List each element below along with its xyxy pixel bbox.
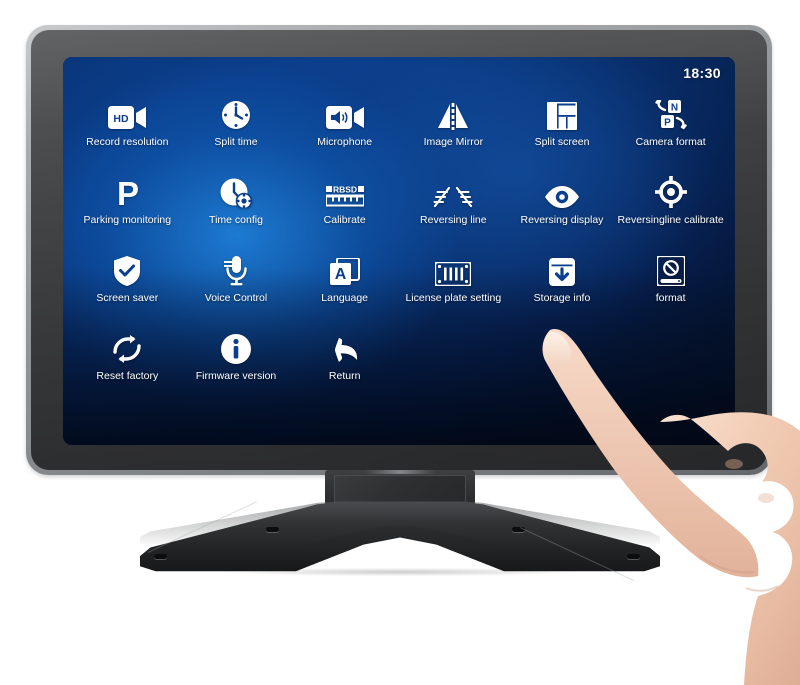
menu-item-label: License plate setting <box>405 292 502 304</box>
info-circle-icon[interactable] <box>213 324 259 364</box>
menu-item-language[interactable]: A Language <box>290 246 399 318</box>
menu-item-label: Time config <box>209 214 263 226</box>
mirror-flip-icon[interactable] <box>430 90 476 130</box>
menu-item-label: Microphone <box>317 136 373 148</box>
settings-icon-grid: HD Record resolution Split time Micropho… <box>73 90 725 396</box>
base-screw-hole-upper-left <box>266 527 279 532</box>
disk-prohibited-icon[interactable] <box>648 246 694 286</box>
svg-text:N: N <box>671 103 678 114</box>
hd-camcorder-icon[interactable]: HD <box>104 90 150 130</box>
menu-item-record-resolution[interactable]: HD Record resolution <box>73 90 182 162</box>
menu-item-split-time[interactable]: Split time <box>182 90 291 162</box>
menu-item-reversing-display[interactable]: Reversing display <box>508 168 617 240</box>
back-arrow-icon[interactable] <box>322 324 368 364</box>
menu-item-label: Reversingline calibrate <box>617 214 724 226</box>
finger-crease <box>699 555 755 574</box>
eye-icon[interactable] <box>539 168 585 208</box>
menu-item-label: Language <box>321 292 369 304</box>
thumb-crease <box>745 585 779 592</box>
svg-text:RBSD: RBSD <box>333 186 357 195</box>
menu-item-reversingline-calibrate[interactable]: Reversingline calibrate <box>616 168 725 240</box>
np-camera-format-icon[interactable]: N P <box>648 90 694 130</box>
menu-item-format[interactable]: format <box>616 246 725 318</box>
letter-a-pages-icon[interactable]: A <box>322 246 368 286</box>
menu-item-label: Split time <box>214 136 258 148</box>
svg-text:P: P <box>664 118 671 129</box>
monitor-bezel: 18:30 HD Record resolution Split time Mi… <box>31 30 767 470</box>
menu-item-split-screen[interactable]: Split screen <box>508 90 617 162</box>
screenshot-stage: 18:30 HD Record resolution Split time Mi… <box>0 0 800 685</box>
crosshair-target-icon[interactable] <box>648 168 694 208</box>
menu-item-screen-saver[interactable]: Screen saver <box>73 246 182 318</box>
base-screw-hole-left <box>154 554 167 559</box>
menu-item-parking-monitoring[interactable]: P Parking monitoring <box>73 168 182 240</box>
menu-item-reset-factory[interactable]: Reset factory <box>73 324 182 396</box>
speaker-camcorder-icon[interactable] <box>322 90 368 130</box>
menu-item-voice-control[interactable]: Voice Control <box>182 246 291 318</box>
menu-item-calibrate[interactable]: RBSD Calibrate <box>290 168 399 240</box>
menu-item-camera-format[interactable]: N P Camera format <box>616 90 725 162</box>
microphone-icon[interactable] <box>213 246 259 286</box>
reversing-lines-icon[interactable] <box>430 168 476 208</box>
status-clock: 18:30 <box>683 65 721 81</box>
rbsd-ruler-icon[interactable]: RBSD <box>322 168 368 208</box>
refresh-cycle-icon[interactable] <box>104 324 150 364</box>
clock-icon[interactable] <box>213 90 259 130</box>
shield-check-icon[interactable] <box>104 246 150 286</box>
parking-p-icon[interactable]: P <box>104 168 150 208</box>
menu-item-microphone[interactable]: Microphone <box>290 90 399 162</box>
display-screen[interactable]: 18:30 HD Record resolution Split time Mi… <box>63 57 735 445</box>
base-top-surface <box>140 501 660 548</box>
monitor-drop-shadow <box>150 566 650 578</box>
menu-item-label: Camera format <box>635 136 706 148</box>
menu-item-label: Record resolution <box>86 136 169 148</box>
menu-item-label: Voice Control <box>204 292 268 304</box>
svg-text:P: P <box>117 178 139 208</box>
menu-item-time-config[interactable]: Time config <box>182 168 291 240</box>
menu-item-return[interactable]: Return <box>290 324 399 396</box>
storage-download-icon[interactable] <box>539 246 585 286</box>
menu-item-firmware-version[interactable]: Firmware version <box>182 324 291 396</box>
menu-item-label: Storage info <box>533 292 591 304</box>
neck-highlight <box>365 470 435 474</box>
menu-item-reversing-line[interactable]: Reversing line <box>399 168 508 240</box>
base-screw-hole-right <box>627 554 640 559</box>
menu-item-storage-info[interactable]: Storage info <box>508 246 617 318</box>
monitor-frame: 18:30 HD Record resolution Split time Mi… <box>26 25 772 475</box>
knuckle-shadow-2 <box>758 493 774 503</box>
menu-item-label: Split screen <box>534 136 590 148</box>
menu-item-label: Reset factory <box>96 370 159 382</box>
menu-item-license-plate-setting[interactable]: License plate setting <box>399 246 508 318</box>
menu-item-image-mirror[interactable]: Image Mirror <box>399 90 508 162</box>
menu-item-label: format <box>655 292 686 304</box>
license-plate-icon[interactable] <box>430 246 476 286</box>
clock-gear-icon[interactable] <box>213 168 259 208</box>
svg-text:A: A <box>334 266 346 283</box>
menu-item-label: Reversing line <box>420 214 487 226</box>
menu-item-label: Firmware version <box>195 370 277 382</box>
menu-item-label: Parking monitoring <box>83 214 172 226</box>
menu-item-label: Screen saver <box>96 292 159 304</box>
monitor-stand-base <box>140 500 660 582</box>
split-screen-icon[interactable] <box>539 90 585 130</box>
menu-item-label: Image Mirror <box>423 136 484 148</box>
menu-item-label: Reversing display <box>520 214 604 226</box>
svg-text:HD: HD <box>114 113 130 125</box>
menu-item-label: Return <box>328 370 361 382</box>
menu-item-label: Calibrate <box>323 214 366 226</box>
